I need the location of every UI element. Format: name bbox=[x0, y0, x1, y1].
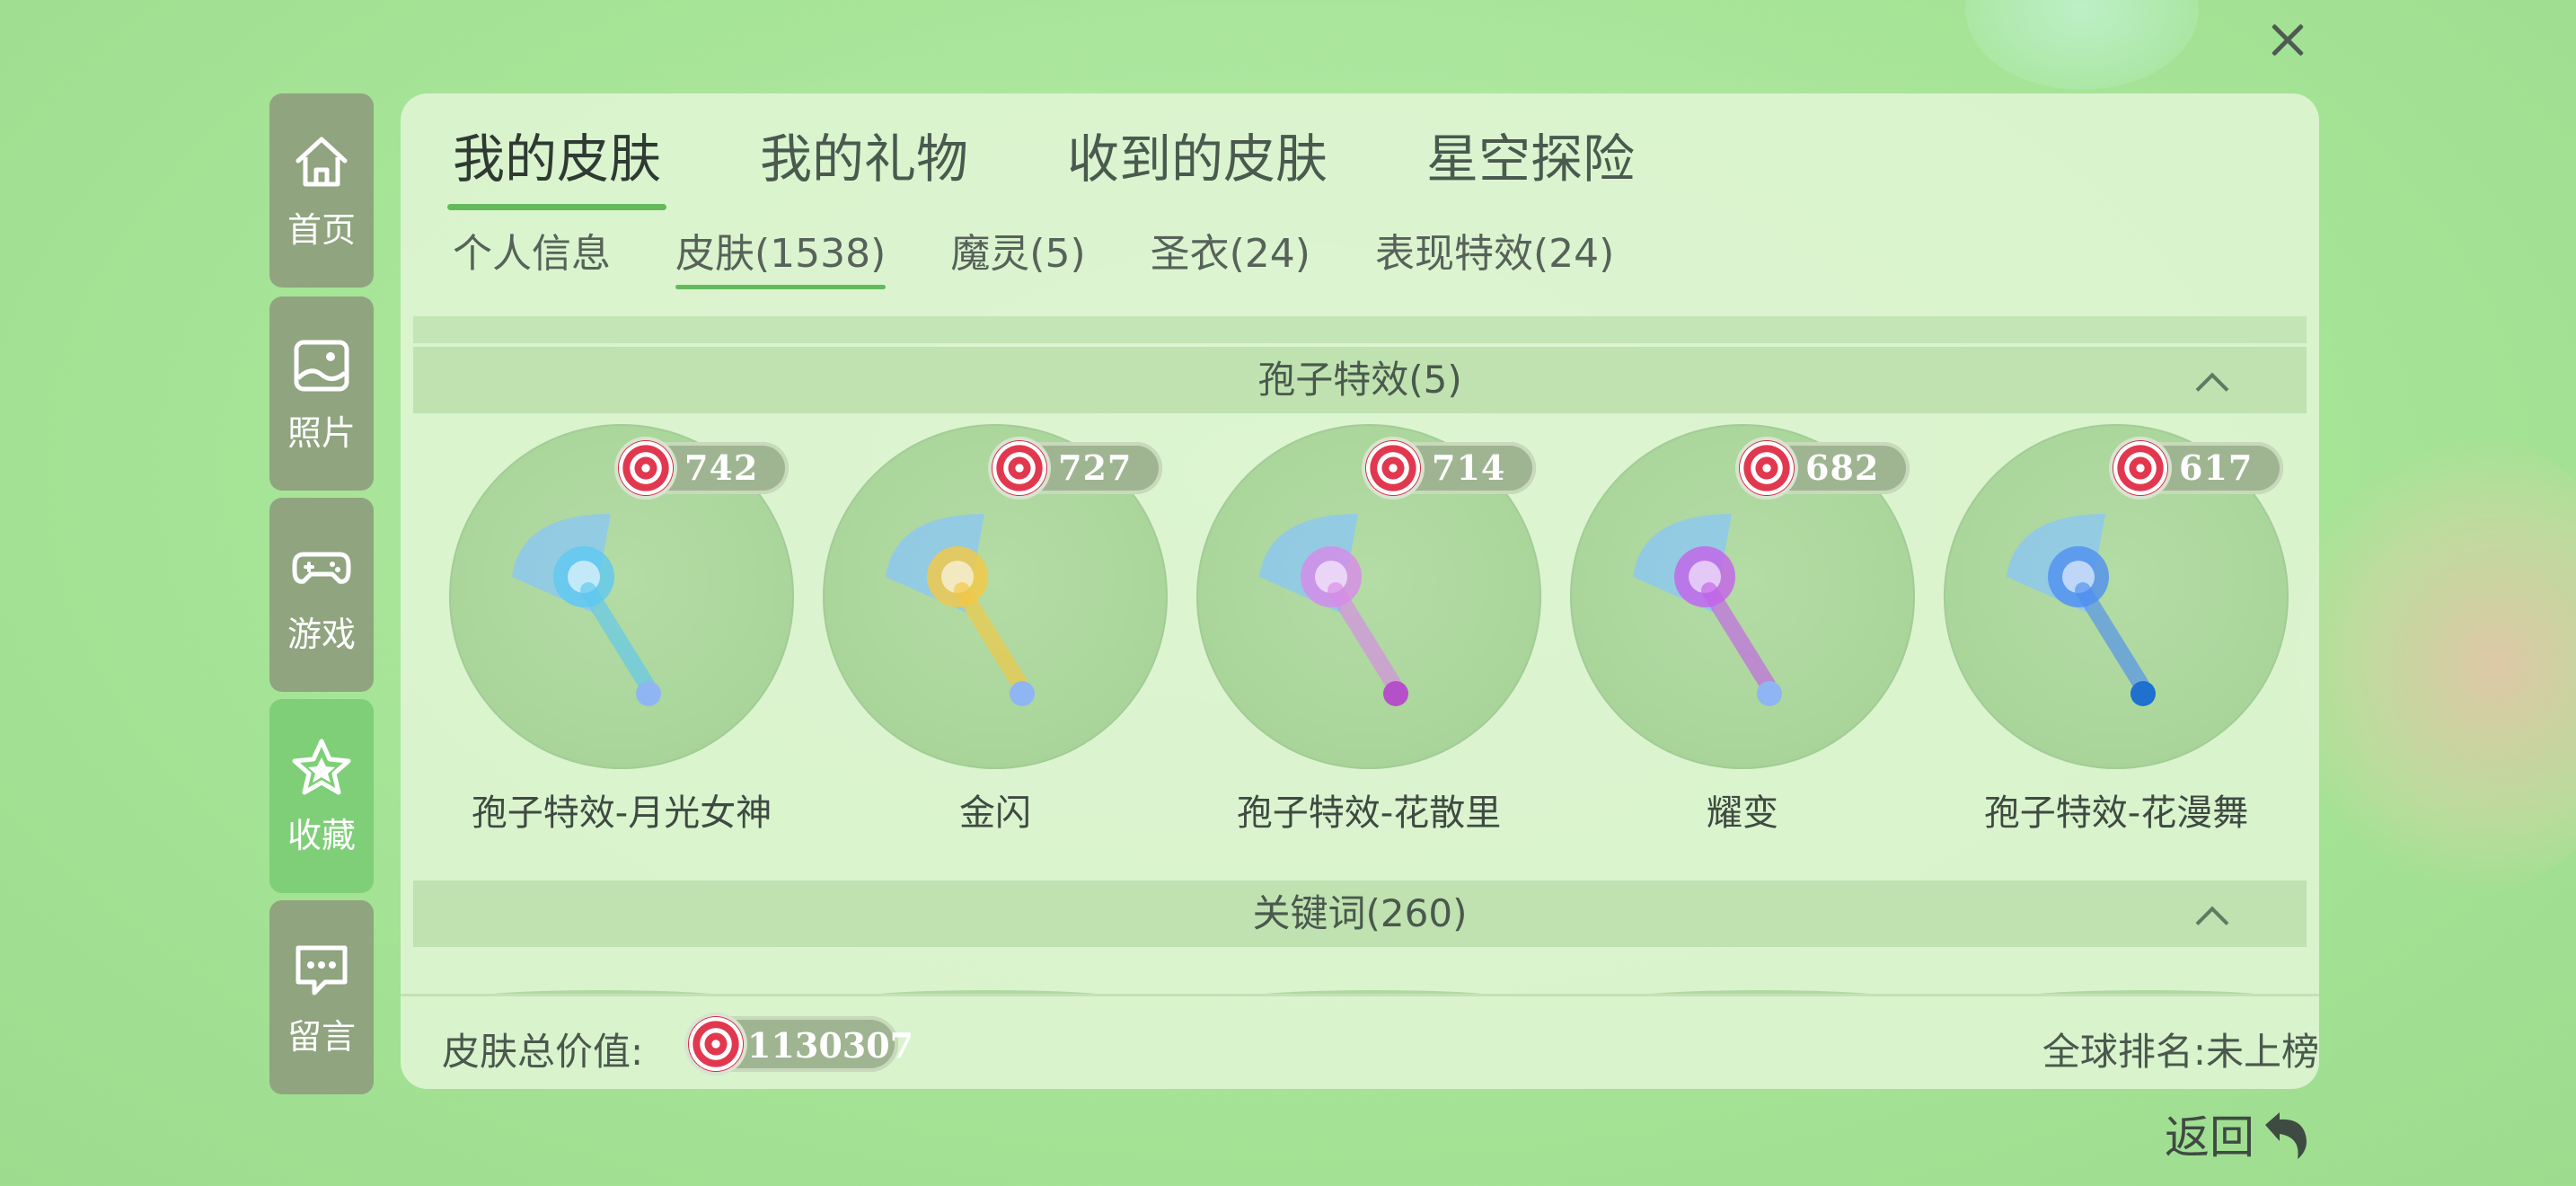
spore-effect-icon bbox=[886, 514, 1035, 706]
total-value-label: 皮肤总价值: bbox=[442, 1030, 644, 1074]
spore-effect-icon bbox=[2007, 514, 2156, 706]
global-rank: 全球排名:未上榜 bbox=[2042, 1030, 2319, 1074]
skin-name: 孢子特效-花散里 bbox=[1236, 792, 1502, 834]
subtab-spirits[interactable]: 魔灵(5) bbox=[950, 221, 1085, 286]
back-arrow-icon bbox=[2265, 1112, 2307, 1159]
skin-name: 耀变 bbox=[1707, 792, 1778, 834]
sidebar-item-label: 留言 bbox=[287, 1016, 356, 1057]
tab-star-adventure[interactable]: 星空探险 bbox=[1426, 117, 1635, 205]
background-decoration bbox=[1965, 0, 2199, 90]
subtab-effects[interactable]: 表现特效(24) bbox=[1375, 221, 1614, 286]
subtab-armor[interactable]: 圣衣(24) bbox=[1151, 221, 1310, 286]
star-icon bbox=[292, 739, 351, 794]
home-icon bbox=[296, 137, 348, 186]
skin-name: 孢子特效-月光女神 bbox=[471, 792, 772, 834]
main-tabs: 我的皮肤 我的礼物 收到的皮肤 星空探险 bbox=[446, 117, 1734, 210]
candy-icon bbox=[992, 440, 1047, 496]
sidebar-item-photos[interactable]: 照片 bbox=[269, 296, 374, 491]
skin-value: 714 bbox=[1432, 447, 1506, 488]
footer-bar: 皮肤总价值: 1130307 全球排名:未上榜 bbox=[401, 994, 2319, 1089]
value-badge: 742 bbox=[618, 440, 789, 496]
value-badge: 617 bbox=[2113, 440, 2283, 496]
subtab-skins[interactable]: 皮肤(1538) bbox=[675, 221, 887, 289]
section-header-spore[interactable]: 孢子特效(5) bbox=[413, 347, 2307, 413]
total-value: 1130307 bbox=[747, 1025, 914, 1066]
back-button[interactable]: 返回 bbox=[2165, 1102, 2316, 1166]
tab-my-skins[interactable]: 我的皮肤 bbox=[446, 117, 667, 210]
skin-value: 617 bbox=[2179, 447, 2254, 488]
total-value-badge: 1130307 bbox=[686, 1016, 913, 1072]
subtab-profile[interactable]: 个人信息 bbox=[453, 221, 611, 286]
message-icon bbox=[296, 945, 348, 995]
section-title: 关键词(260) bbox=[1252, 891, 1468, 935]
back-label: 返回 bbox=[2165, 1111, 2254, 1164]
sidebar-item-label: 首页 bbox=[287, 209, 356, 250]
sidebar-item-favorites[interactable]: 收藏 bbox=[269, 699, 374, 893]
section-title: 孢子特效(5) bbox=[1257, 358, 1462, 402]
gamepad-icon bbox=[292, 552, 351, 584]
close-icon[interactable] bbox=[2265, 18, 2310, 63]
spore-effect-icon bbox=[512, 514, 661, 706]
candy-icon bbox=[618, 440, 674, 496]
sidebar-item-home[interactable]: 首页 bbox=[269, 93, 374, 288]
previous-section-header[interactable] bbox=[413, 316, 2307, 343]
photo-icon bbox=[294, 340, 349, 391]
spore-effect-icon bbox=[1633, 514, 1782, 706]
value-badge: 727 bbox=[992, 440, 1162, 496]
tab-my-gifts[interactable]: 我的礼物 bbox=[760, 117, 968, 205]
collection-panel: 我的皮肤 我的礼物 收到的皮肤 星空探险 个人信息 皮肤(1538) 魔灵(5)… bbox=[401, 93, 2319, 1089]
skin-value: 682 bbox=[1805, 447, 1880, 488]
chevron-up-icon[interactable] bbox=[2195, 367, 2222, 394]
skin-value: 727 bbox=[1058, 447, 1133, 488]
skin-name: 孢子特效-花漫舞 bbox=[1983, 792, 2249, 834]
candy-icon bbox=[1739, 440, 1795, 496]
tab-received-skins[interactable]: 收到的皮肤 bbox=[1067, 117, 1328, 205]
candy-icon bbox=[2113, 440, 2168, 496]
sidebar-item-label: 游戏 bbox=[287, 614, 356, 654]
candy-icon bbox=[688, 1016, 744, 1072]
candy-icon bbox=[1365, 440, 1421, 496]
spore-effect-icon bbox=[1259, 514, 1408, 706]
sidebar-item-label: 收藏 bbox=[287, 815, 356, 855]
chevron-up-icon[interactable] bbox=[2195, 900, 2222, 927]
sub-tabs: 个人信息 皮肤(1538) 魔灵(5) 圣衣(24) 表现特效(24) bbox=[453, 221, 1679, 289]
skin-name: 金闪 bbox=[959, 792, 1031, 834]
skin-value: 742 bbox=[684, 447, 759, 488]
value-badge: 714 bbox=[1365, 440, 1536, 496]
sidebar-item-label: 照片 bbox=[287, 412, 356, 453]
section-header-keywords[interactable]: 关键词(260) bbox=[413, 881, 2307, 947]
skin-list[interactable]: 孢子特效(5) 742 孢子特效-月光女神 727 金闪 714 孢子特效-花散里 682 耀… bbox=[413, 316, 2307, 994]
sidebar-item-messages[interactable]: 留言 bbox=[269, 900, 374, 1094]
sidebar-item-games[interactable]: 游戏 bbox=[269, 498, 374, 692]
value-badge: 682 bbox=[1739, 440, 1910, 496]
